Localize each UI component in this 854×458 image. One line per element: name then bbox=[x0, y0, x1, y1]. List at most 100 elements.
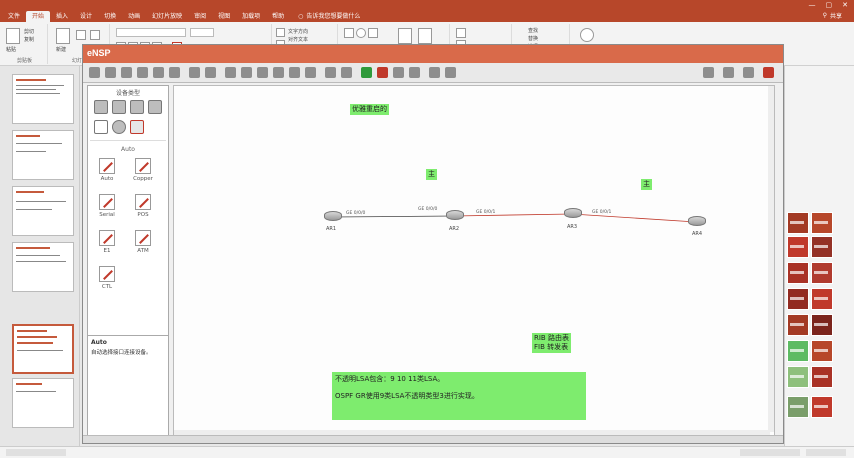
design-tile-12[interactable] bbox=[811, 340, 833, 362]
print-icon[interactable] bbox=[169, 67, 180, 78]
note-rib-fib[interactable]: RIB 路由表 FIB 转发表 bbox=[532, 333, 571, 353]
cable-serial[interactable]: Serial bbox=[92, 194, 122, 218]
save-icon[interactable] bbox=[137, 67, 148, 78]
shape-line-icon[interactable] bbox=[368, 28, 378, 38]
design-tile-14[interactable] bbox=[811, 366, 833, 388]
designer-icon[interactable] bbox=[580, 28, 594, 42]
tab-review[interactable]: 审阅 bbox=[188, 11, 212, 22]
cable-ctl[interactable]: CTL bbox=[92, 266, 122, 290]
minimize-icon[interactable]: — bbox=[809, 0, 816, 10]
router-ar3[interactable] bbox=[564, 208, 582, 220]
tab-help[interactable]: 帮助 bbox=[266, 11, 290, 22]
design-tile-5[interactable] bbox=[787, 262, 809, 284]
tab-addins[interactable]: 加载项 bbox=[236, 11, 266, 22]
close-ensp-icon[interactable] bbox=[763, 67, 774, 78]
menu-icon[interactable] bbox=[703, 67, 714, 78]
design-tile-1[interactable] bbox=[787, 212, 809, 234]
tab-animations[interactable]: 动画 bbox=[122, 11, 146, 22]
new-slide-icon[interactable] bbox=[56, 28, 70, 44]
design-tile-2[interactable] bbox=[811, 212, 833, 234]
select-tool-icon[interactable] bbox=[225, 67, 236, 78]
slide-thumb-4[interactable] bbox=[12, 242, 74, 292]
design-tile-9[interactable] bbox=[787, 314, 809, 336]
new-example-icon[interactable] bbox=[105, 67, 116, 78]
design-tile-13[interactable] bbox=[787, 366, 809, 388]
close-icon[interactable]: ✕ bbox=[842, 0, 848, 10]
shape-oval-icon[interactable] bbox=[356, 28, 366, 38]
topology-canvas[interactable]: 优雅重启的 主 主 AR1 AR2 AR3 AR4 GE 0/0/0 GE 0/… bbox=[173, 85, 775, 437]
maximize-icon[interactable]: ▢ bbox=[826, 0, 833, 10]
shape-rect-icon[interactable] bbox=[344, 28, 354, 38]
tab-slideshow[interactable]: 幻灯片放映 bbox=[146, 11, 188, 22]
router-category-icon[interactable] bbox=[94, 100, 108, 114]
cut-button[interactable]: 剪切 bbox=[24, 28, 34, 35]
text-tool-icon[interactable] bbox=[289, 67, 300, 78]
link-ar3-ar4[interactable] bbox=[571, 213, 697, 223]
design-tile-4[interactable] bbox=[811, 236, 833, 258]
find-button[interactable]: 查找 bbox=[528, 27, 538, 34]
open-icon[interactable] bbox=[121, 67, 132, 78]
font-family-select[interactable] bbox=[116, 28, 186, 37]
tab-transitions[interactable]: 切换 bbox=[98, 11, 122, 22]
cable-auto[interactable]: Auto bbox=[92, 158, 122, 182]
design-tile-10[interactable] bbox=[811, 314, 833, 336]
tab-insert[interactable]: 插入 bbox=[50, 11, 74, 22]
arrange-icon[interactable] bbox=[398, 28, 412, 44]
firewall-category-icon[interactable] bbox=[148, 100, 162, 114]
delete-all-icon[interactable] bbox=[273, 67, 284, 78]
slide-thumb-1[interactable] bbox=[12, 74, 74, 124]
switch-category-icon[interactable] bbox=[112, 100, 126, 114]
cable-pos[interactable]: POS bbox=[128, 194, 158, 218]
cable-e1[interactable]: E1 bbox=[92, 230, 122, 254]
note-opaque-lsa[interactable]: 不透明LSA包含：9 10 11类LSA。 OSPF GR使用9类LSA不透明类… bbox=[332, 372, 586, 420]
zoom-out-icon[interactable] bbox=[341, 67, 352, 78]
maximize-ensp-icon[interactable] bbox=[743, 67, 754, 78]
layout-icon[interactable] bbox=[76, 30, 86, 40]
replace-button[interactable]: 替换 bbox=[528, 35, 538, 42]
router-ar4[interactable] bbox=[688, 216, 706, 228]
slide-thumb-3[interactable] bbox=[12, 186, 74, 236]
grid-icon[interactable] bbox=[445, 67, 456, 78]
start-device-icon[interactable] bbox=[361, 67, 372, 78]
shape-tool-icon[interactable] bbox=[305, 67, 316, 78]
vertical-scrollbar[interactable] bbox=[768, 86, 774, 432]
new-topology-icon[interactable] bbox=[89, 67, 100, 78]
save-as-icon[interactable] bbox=[153, 67, 164, 78]
shape-fill-icon[interactable] bbox=[456, 28, 466, 38]
area-label-2[interactable]: 主 bbox=[641, 179, 652, 190]
cable-atm[interactable]: ATM bbox=[128, 230, 158, 254]
design-tile-6[interactable] bbox=[811, 262, 833, 284]
wlan-category-icon[interactable] bbox=[130, 100, 144, 114]
view-buttons[interactable] bbox=[740, 449, 800, 456]
area-label-1[interactable]: 主 bbox=[426, 169, 437, 180]
capture-icon[interactable] bbox=[393, 67, 404, 78]
text-direction-button[interactable]: 文字方向 bbox=[288, 28, 308, 35]
link-ar2-ar3[interactable] bbox=[453, 213, 573, 217]
router-ar2[interactable] bbox=[446, 210, 464, 222]
copy-button[interactable]: 复制 bbox=[24, 36, 34, 43]
align-text-button[interactable]: 对齐文本 bbox=[288, 36, 308, 43]
zoom-slider[interactable] bbox=[806, 449, 846, 456]
bullets-icon[interactable] bbox=[276, 28, 285, 37]
minimize-ensp-icon[interactable] bbox=[723, 67, 734, 78]
cable-copper[interactable]: Copper bbox=[128, 158, 158, 182]
pc-category-icon[interactable] bbox=[94, 120, 108, 134]
link-ar1-ar2[interactable] bbox=[331, 215, 455, 218]
stop-device-icon[interactable] bbox=[377, 67, 388, 78]
slide-thumb-6[interactable] bbox=[12, 378, 74, 428]
slide-thumb-2[interactable] bbox=[12, 130, 74, 180]
topology-icon[interactable] bbox=[429, 67, 440, 78]
reset-icon[interactable] bbox=[90, 30, 100, 40]
design-tile-3[interactable] bbox=[787, 236, 809, 258]
tab-home[interactable]: 开始 bbox=[26, 11, 51, 22]
move-tool-icon[interactable] bbox=[241, 67, 252, 78]
zoom-in-icon[interactable] bbox=[325, 67, 336, 78]
tell-me-search[interactable]: ○ 告诉我您想要做什么 bbox=[298, 11, 360, 22]
quick-styles-icon[interactable] bbox=[418, 28, 432, 44]
redo-icon[interactable] bbox=[205, 67, 216, 78]
font-size-select[interactable] bbox=[190, 28, 214, 37]
design-tile-16[interactable] bbox=[811, 396, 833, 418]
cable-category-icon[interactable] bbox=[130, 120, 144, 134]
note-graceful-restart[interactable]: 优雅重启的 bbox=[350, 104, 389, 115]
tab-view[interactable]: 视图 bbox=[212, 11, 236, 22]
